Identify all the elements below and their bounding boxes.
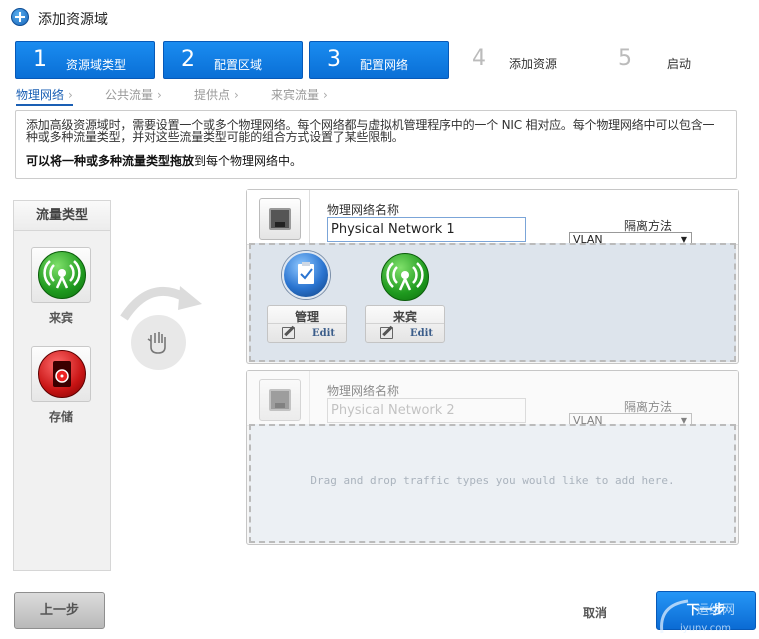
edit-icon	[282, 327, 295, 339]
assigned-traffic-management[interactable]: 管理 Edit	[267, 249, 347, 343]
traffic-panel-title: 流量类型	[14, 201, 110, 231]
info-drag-hint: 可以将一种或多种流量类型拖放到每个物理网络中。	[26, 152, 726, 169]
step-label: 配置网络	[360, 58, 409, 72]
tab-label: 提供点	[194, 88, 231, 102]
traffic-drop-zone[interactable]: Drag and drop traffic types you would li…	[249, 424, 736, 543]
back-button[interactable]: 上一步	[14, 592, 105, 629]
cancel-button[interactable]: 取消	[583, 604, 607, 621]
step-number: 2	[181, 47, 195, 72]
step-number: 5	[618, 46, 632, 71]
wifi-signal-icon	[386, 262, 424, 291]
traffic-type-panel: 流量类型 来宾 存储	[13, 200, 111, 571]
next-button[interactable]: 下一步	[656, 591, 756, 630]
chevron-right-icon: ›	[157, 88, 162, 102]
guest-traffic-icon	[38, 251, 86, 299]
tab-label: 来宾流量	[271, 88, 320, 102]
network-header: 物理网络名称 Physical Network 2 隔离方法 VLAN ▼	[247, 371, 738, 426]
tab-public-traffic[interactable]: 公共流量 ›	[105, 86, 162, 103]
traffic-tag: 来宾 Edit	[365, 305, 445, 343]
clipboard-icon	[298, 262, 314, 284]
physical-network-2: 物理网络名称 Physical Network 2 隔离方法 VLAN ▼ Dr…	[246, 370, 739, 545]
step-label: 配置区域	[214, 58, 263, 72]
step-5: 5 启动	[601, 41, 741, 79]
network-name-input[interactable]: Physical Network 2	[327, 398, 526, 423]
traffic-tag-label: 来宾	[366, 308, 444, 324]
tab-physical-network[interactable]: 物理网络 ›	[16, 86, 73, 106]
ethernet-port-icon	[269, 389, 291, 411]
traffic-tag-label: 管理	[268, 308, 346, 324]
network-name-label: 物理网络名称	[327, 384, 400, 398]
guest-traffic-icon	[381, 253, 429, 301]
step-1: 1 资源域类型	[15, 41, 155, 79]
step-number: 3	[327, 47, 341, 72]
traffic-tag: 管理 Edit	[267, 305, 347, 343]
assigned-traffic-guest[interactable]: 来宾 Edit	[365, 249, 445, 343]
traffic-item-guest[interactable]: 来宾	[31, 247, 91, 326]
edit-label: Edit	[312, 328, 336, 339]
management-traffic-icon	[282, 251, 330, 299]
add-icon	[11, 8, 29, 26]
divider	[309, 190, 310, 245]
tab-guest-traffic[interactable]: 来宾流量 ›	[271, 86, 328, 103]
step-number: 1	[33, 47, 47, 72]
info-drag-hint-bold: 可以将一种或多种流量类型拖放	[26, 154, 195, 168]
nic-icon	[259, 379, 301, 421]
nic-icon	[259, 198, 301, 240]
chevron-right-icon: ›	[323, 88, 328, 102]
info-description: 添加高级资源域时，需要设置一个或多个物理网络。每个网络都与虚拟机管理程序中的一个…	[26, 118, 715, 144]
traffic-icon-wrap	[267, 249, 347, 305]
step-3: 3 配置网络	[309, 41, 449, 79]
tab-pod[interactable]: 提供点 ›	[194, 86, 239, 103]
chevron-right-icon: ›	[68, 88, 73, 102]
info-drag-hint-rest: 到每个物理网络中。	[194, 154, 303, 168]
step-label: 启动	[667, 57, 692, 71]
network-name-label: 物理网络名称	[327, 203, 400, 217]
drop-hint-text: Drag and drop traffic types you would li…	[310, 474, 675, 487]
network-name-input[interactable]: Physical Network 1	[327, 217, 526, 242]
step-4: 4 添加资源	[455, 41, 595, 79]
physical-network-1: 物理网络名称 Physical Network 1 隔离方法 VLAN ▼ 管理	[246, 189, 739, 364]
traffic-icon-wrap	[365, 249, 445, 305]
info-box: 添加高级资源域时，需要设置一个或多个物理网络。每个网络都与虚拟机管理程序中的一个…	[15, 110, 737, 179]
edit-button[interactable]: Edit	[366, 325, 444, 343]
dialog-title: 添加资源域	[38, 12, 108, 28]
edit-button[interactable]: Edit	[268, 325, 346, 343]
tab-label: 物理网络	[16, 88, 65, 102]
step-2: 2 配置区域	[163, 41, 303, 79]
network-header: 物理网络名称 Physical Network 1 隔离方法 VLAN ▼	[247, 190, 738, 245]
hand-icon	[147, 332, 166, 354]
traffic-item-label: 来宾	[48, 311, 73, 325]
edit-icon	[380, 327, 393, 339]
disk-icon	[53, 361, 71, 387]
traffic-item-box[interactable]	[31, 247, 91, 303]
tab-label: 公共流量	[105, 88, 154, 102]
traffic-item-box[interactable]	[31, 346, 91, 402]
dialog-title-bar: 添加资源域	[0, 0, 759, 34]
traffic-item-label: 存储	[48, 410, 73, 424]
wifi-signal-icon	[43, 260, 81, 289]
step-label: 资源域类型	[66, 58, 127, 72]
chevron-right-icon: ›	[234, 88, 239, 102]
traffic-item-storage[interactable]: 存储	[31, 346, 91, 425]
divider	[309, 371, 310, 426]
traffic-drop-zone[interactable]: 管理 Edit 来宾 Edit	[249, 243, 736, 362]
step-label: 添加资源	[509, 57, 558, 71]
storage-traffic-icon	[38, 350, 86, 398]
edit-label: Edit	[410, 328, 434, 339]
step-number: 4	[472, 46, 486, 71]
ethernet-port-icon	[269, 208, 291, 230]
hand-drag-icon	[131, 315, 186, 370]
